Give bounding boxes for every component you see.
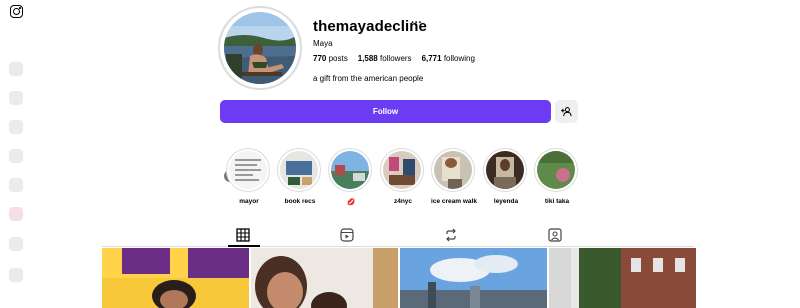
highlight-item[interactable]: book recs [277, 148, 323, 205]
notifications-icon[interactable] [9, 207, 23, 221]
posts-grid [102, 248, 696, 308]
highlight-item[interactable]: 💋 [328, 148, 374, 206]
search-icon[interactable] [9, 91, 23, 105]
profile-nav-icon[interactable] [9, 268, 23, 282]
highlight-item[interactable]: leyenda [483, 148, 529, 205]
post-thumbnail[interactable] [102, 248, 249, 308]
post-thumbnail[interactable] [251, 248, 398, 308]
highlight-item[interactable]: z4nyc [380, 148, 426, 205]
follow-button[interactable]: Follow [220, 100, 551, 123]
highlight-label: tiki taka [544, 198, 570, 205]
active-tab-indicator [228, 245, 260, 247]
home-icon[interactable] [9, 62, 23, 76]
following-stat[interactable]: 6,771 following [422, 54, 475, 63]
grid-icon[interactable] [236, 228, 250, 242]
create-icon[interactable] [9, 237, 23, 251]
messages-icon[interactable] [9, 178, 23, 192]
highlight-item[interactable]: tiki taka [534, 148, 580, 205]
more-options-icon[interactable]: ··· [411, 17, 422, 29]
profile-bio: a gift from the american people [313, 74, 424, 83]
followers-label: followers [379, 54, 412, 63]
tagged-icon[interactable] [548, 228, 562, 242]
follow-button-label: Follow [372, 107, 399, 116]
profile-full-name: Maya [313, 39, 333, 48]
highlight-cover [383, 151, 421, 189]
instagram-logo-icon[interactable] [10, 5, 23, 18]
followers-stat[interactable]: 1,588 followers [358, 54, 412, 63]
followers-count: 1,588 [357, 54, 378, 63]
highlight-cover [434, 151, 472, 189]
reposts-icon[interactable] [444, 228, 458, 242]
explore-icon[interactable] [9, 120, 23, 134]
highlight-cover [280, 151, 318, 189]
sidebar-nav [0, 0, 32, 308]
post-thumbnail[interactable] [549, 248, 696, 308]
following-label: following [443, 54, 475, 63]
tabs-divider [102, 246, 694, 247]
suggested-accounts-button[interactable] [555, 100, 578, 123]
highlight-cover [229, 151, 267, 189]
highlight-cover [486, 151, 524, 189]
avatar-photo [224, 12, 296, 84]
profile-avatar[interactable] [218, 6, 302, 90]
add-person-icon [561, 107, 572, 117]
highlight-cover [331, 151, 369, 189]
reels-icon[interactable] [340, 228, 354, 242]
post-thumbnail[interactable] [400, 248, 547, 308]
reels-nav-icon[interactable] [9, 149, 23, 163]
profile-username: themayadecline [313, 18, 427, 35]
highlight-item[interactable]: mayor [226, 148, 272, 205]
highlight-item[interactable]: ice cream walk [431, 148, 477, 205]
following-count: 6,771 [421, 54, 442, 63]
posts-label: posts [328, 54, 348, 63]
profile-stats: 770 posts 1,588 followers 6,771 followin… [313, 54, 485, 63]
posts-stat[interactable]: 770 posts [313, 54, 348, 63]
highlight-cover [537, 151, 575, 189]
posts-count: 770 [313, 54, 327, 63]
